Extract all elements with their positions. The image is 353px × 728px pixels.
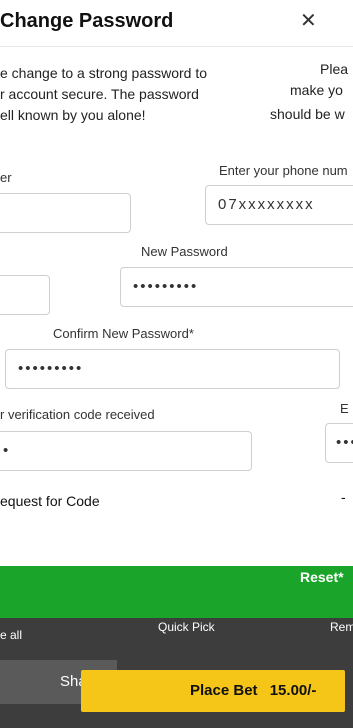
header-divider: [0, 46, 353, 47]
verification-label: r verification code received: [0, 407, 155, 422]
verification-input-overlay[interactable]: •••: [325, 423, 353, 463]
description-line-2: r account secure. The password: [0, 86, 199, 102]
tab-select-all[interactable]: e all: [0, 628, 22, 642]
description-line-1: e change to a strong password to: [0, 65, 208, 81]
new-password-label: New Password: [141, 244, 228, 259]
phone-label-partial: er: [0, 170, 12, 185]
phone-field-ghost[interactable]: [0, 193, 131, 233]
change-password-modal: Change Password ✕ e change to a strong p…: [0, 0, 353, 565]
description-line-3: ell known by you alone!: [0, 107, 146, 123]
password-field-ghost[interactable]: [0, 275, 50, 315]
place-bet-label: Place Bet: [190, 682, 258, 699]
reset-button[interactable]: Reset*: [300, 566, 344, 588]
place-bet-button[interactable]: Place Bet 15.00/-: [81, 670, 345, 712]
new-password-input[interactable]: •••••••••: [120, 267, 353, 307]
tab-remove[interactable]: Rem: [330, 620, 353, 634]
description-overlay-line-3: should be w: [270, 106, 345, 122]
confirm-password-input[interactable]: •••••••••: [5, 349, 340, 389]
close-icon[interactable]: ✕: [300, 8, 317, 33]
tab-quick-pick[interactable]: Quick Pick: [158, 620, 215, 634]
phone-label: Enter your phone num: [219, 163, 348, 178]
confirm-password-label: Confirm New Password*: [53, 326, 194, 341]
modal-title: Change Password: [0, 10, 174, 32]
verification-input[interactable]: •: [0, 431, 252, 471]
request-code-link-overlay[interactable]: -: [341, 489, 346, 505]
phone-input[interactable]: 07xxxxxxxx: [205, 185, 353, 225]
place-bet-amount: 15.00/-: [269, 682, 317, 699]
description-overlay-line-2: make yo: [290, 82, 343, 98]
verification-label-overlay: E: [340, 401, 349, 416]
request-code-link[interactable]: equest for Code: [0, 493, 100, 509]
description-overlay-line-1: Plea: [320, 61, 349, 77]
